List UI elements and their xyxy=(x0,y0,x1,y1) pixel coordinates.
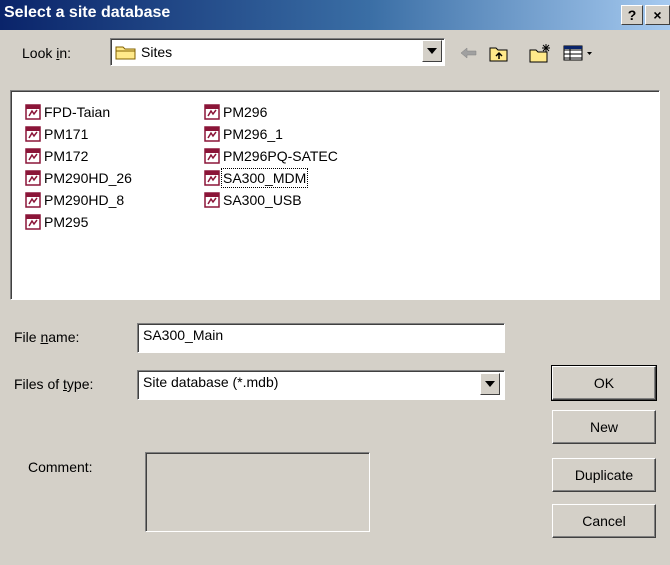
new-folder-icon[interactable] xyxy=(528,43,552,63)
comment-label: Comment: xyxy=(28,459,93,475)
mdb-file-icon xyxy=(25,104,41,120)
mdb-file-icon xyxy=(204,192,220,208)
file-column-1: FPD-Taian PM171 PM172 PM290HD_26 PM290HD_8 PM… xyxy=(25,101,133,233)
file-item[interactable]: PM296 xyxy=(204,101,339,123)
mdb-file-icon xyxy=(25,148,41,164)
files-of-type-value: Site database (*.mdb) xyxy=(143,374,279,390)
files-of-type-dropdown-button[interactable] xyxy=(480,373,500,395)
file-item-label: PM296 xyxy=(223,104,268,120)
file-item-label: PM296_1 xyxy=(223,126,283,142)
file-item-label: PM295 xyxy=(44,214,89,230)
file-list[interactable]: FPD-Taian PM171 PM172 PM290HD_26 PM290HD_8 PM… xyxy=(10,90,660,300)
file-item[interactable]: PM171 xyxy=(25,123,133,145)
look-in-combo[interactable]: Sites xyxy=(110,38,445,66)
look-in-dropdown-button[interactable] xyxy=(422,40,442,62)
file-item[interactable]: PM296PQ-SATEC xyxy=(204,145,339,167)
mdb-file-icon xyxy=(204,170,220,186)
file-item[interactable]: PM295 xyxy=(25,211,133,233)
title-bar[interactable]: Select a site database ? × xyxy=(0,0,670,30)
file-item-label: PM171 xyxy=(44,126,89,142)
up-folder-icon[interactable] xyxy=(488,43,510,63)
ok-button[interactable]: OK xyxy=(551,365,657,401)
help-button[interactable]: ? xyxy=(621,5,643,25)
mdb-file-icon xyxy=(25,126,41,142)
close-button[interactable]: × xyxy=(645,5,670,25)
folder-icon xyxy=(115,46,136,60)
mdb-file-icon xyxy=(204,126,220,142)
comment-box[interactable] xyxy=(145,452,370,532)
file-item-label: SA300_USB xyxy=(223,192,302,208)
file-item[interactable]: PM290HD_8 xyxy=(25,189,133,211)
look-in-label: Look in: xyxy=(22,45,72,61)
files-of-type-label: Files of type: xyxy=(14,376,94,392)
mdb-file-icon xyxy=(204,148,220,164)
file-item[interactable]: SA300_MDM xyxy=(204,167,339,189)
file-item-label: PM290HD_26 xyxy=(44,170,132,186)
file-item[interactable]: PM172 xyxy=(25,145,133,167)
mdb-file-icon xyxy=(25,192,41,208)
mdb-file-icon xyxy=(204,104,220,120)
file-item-label: PM296PQ-SATEC xyxy=(223,148,338,164)
mdb-file-icon xyxy=(25,170,41,186)
file-item-label: PM290HD_8 xyxy=(44,192,125,208)
files-of-type-combo[interactable]: Site database (*.mdb) xyxy=(137,370,505,400)
file-name-input[interactable]: SA300_Main xyxy=(137,323,505,353)
file-item[interactable]: PM290HD_26 xyxy=(25,167,133,189)
file-item-label: FPD-Taian xyxy=(44,104,111,120)
file-item[interactable]: SA300_USB xyxy=(204,189,339,211)
view-menu-icon[interactable] xyxy=(562,43,598,63)
cancel-button[interactable]: Cancel xyxy=(552,504,656,538)
file-column-2: PM296 PM296_1 PM296PQ-SATEC SA300_MDM SA300_… xyxy=(204,101,339,211)
back-arrow-icon[interactable] xyxy=(458,43,480,63)
file-item-label: SA300_MDM xyxy=(220,168,309,188)
file-item[interactable]: FPD-Taian xyxy=(25,101,133,123)
file-name-label: File name: xyxy=(14,329,80,345)
window-title: Select a site database xyxy=(4,4,171,21)
file-item[interactable]: PM296_1 xyxy=(204,123,339,145)
look-in-value: Sites xyxy=(141,44,173,60)
duplicate-button[interactable]: Duplicate xyxy=(552,458,656,492)
file-item-label: PM172 xyxy=(44,148,89,164)
new-button[interactable]: New xyxy=(552,410,656,444)
mdb-file-icon xyxy=(25,214,41,230)
